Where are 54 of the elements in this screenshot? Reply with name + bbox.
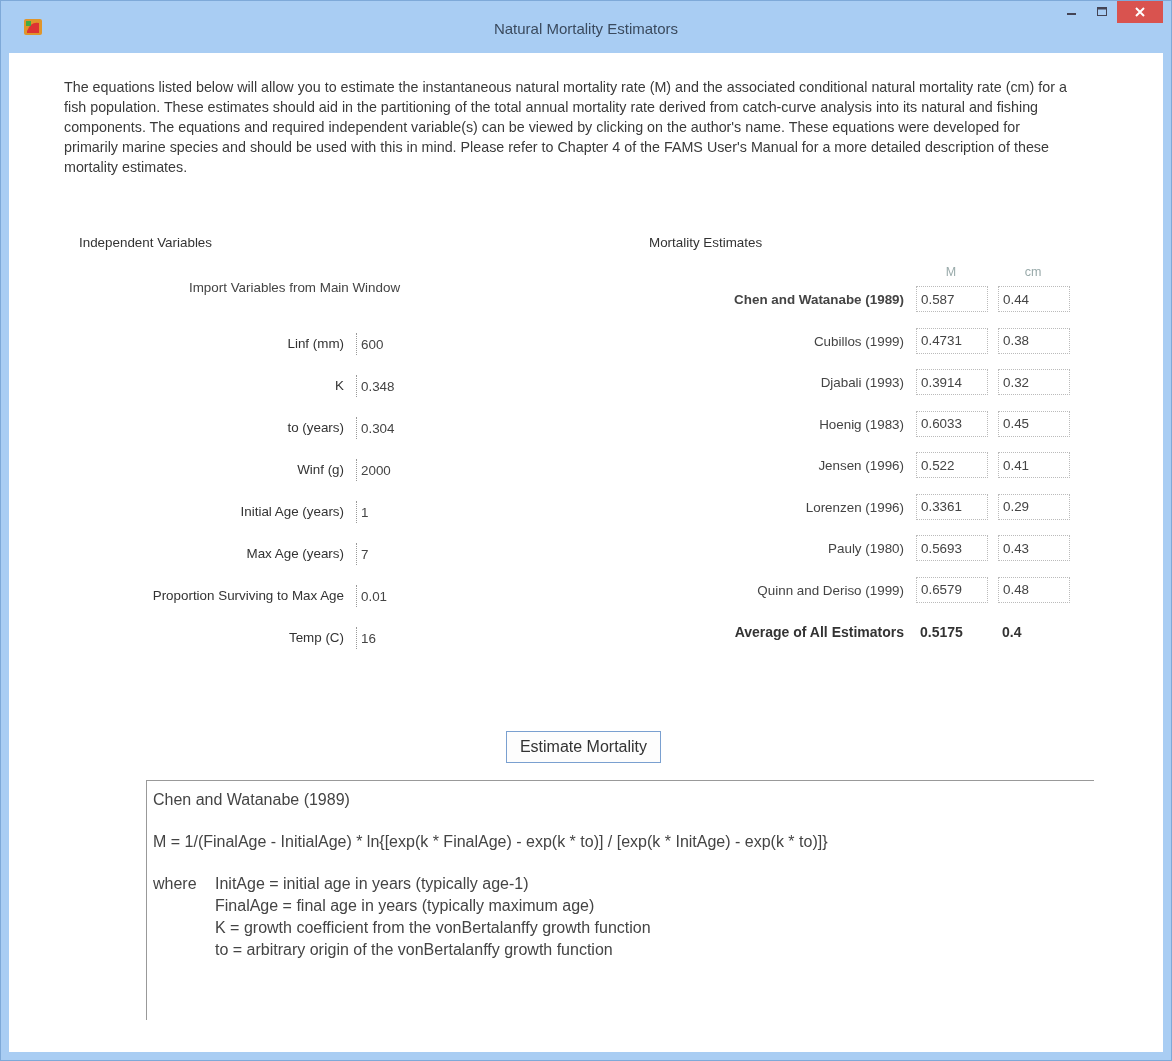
cm-value-field[interactable]: 0.48 (998, 576, 1070, 603)
m-value-field[interactable]: 0.587 (916, 286, 988, 312)
estimator-link[interactable]: Djabali (1993) (820, 369, 904, 411)
estimator-link[interactable]: Jensen (1996) (818, 452, 904, 494)
cm-value-field[interactable]: 0.41 (998, 452, 1070, 478)
estimator-link[interactable]: Hoenig (1983) (819, 410, 904, 452)
variable-label: Temp (C) (287, 629, 344, 647)
equation-title: Chen and Watanabe (1989) (153, 790, 351, 810)
column-header: cm (1023, 264, 1043, 281)
m-value-field[interactable]: 0.3914 (916, 369, 988, 395)
average-m-value: 0.5175 (919, 623, 964, 642)
cm-value-field[interactable]: 0.43 (998, 535, 1070, 561)
cm-value-field[interactable]: 0.44 (998, 286, 1070, 312)
m-value-field[interactable]: 0.522 (916, 452, 988, 478)
variable-label: Winf (g) (296, 461, 344, 479)
estimator-link[interactable]: Quinn and Deriso (1999) (757, 576, 904, 618)
variable-definition: InitAge = initial age in years (typically age-1) (215, 874, 530, 894)
m-value-field[interactable]: 0.4731 (916, 327, 988, 354)
m-value-field[interactable]: 0.3361 (916, 493, 988, 520)
variable-definition: to = arbitrary origin of the vonBertalanffy growth function (215, 940, 614, 960)
app-icon (23, 17, 43, 37)
section-heading: Independent Variables (79, 235, 213, 250)
intro-paragraph: The equations listed below will allow you to estimate the instantaneous natural mortality rate (M) and the associated conditional natural mortality rate (cm) for a fish population. These estimates should aid in the partitioning of the total annual mortality rate derived from catch-curve analysis into its natural and fishing components. The equations and required independent variable(s) can be viewed by clicking on the author's name. These equations were developed for primarily marine species and should be used with this in mind. Please refer to Chapter 4 of the FAMS User's Manual for a more detailed description of these mortality estimates. (64, 78, 1068, 177)
variable-label: K (334, 377, 344, 395)
m-value-field[interactable]: 0.6033 (916, 410, 988, 437)
variable-label: to (years) (286, 419, 344, 437)
column-header: M (944, 264, 958, 281)
estimator-link[interactable]: Lorenzen (1996) (805, 493, 904, 535)
where-label: where (153, 874, 198, 894)
m-value-field[interactable]: 0.6579 (916, 576, 988, 603)
maximize-icon (1096, 7, 1108, 17)
equation-formula: M = 1/(FinalAge - InitialAge) * ln{[exp(k * FinalAge) - exp(k * to)] / [exp(k * InitAge) - exp(k * to)]} (153, 832, 829, 852)
estimator-link[interactable]: Pauly (1980) (828, 535, 904, 577)
close-icon (1135, 7, 1145, 17)
average-label: Average of All Estimators (733, 623, 904, 642)
variable-label: Linf (mm) (286, 335, 344, 353)
variable-label: Proportion Surviving to Max Age (151, 587, 344, 605)
window-title: Natural Mortality Estimators (493, 20, 679, 37)
estimator-link[interactable]: Cubillos (1999) (813, 327, 904, 369)
variable-definition: FinalAge = final age in years (typically maximum age) (215, 896, 596, 916)
cm-value-field[interactable]: 0.38 (998, 327, 1070, 354)
close-button[interactable] (1117, 1, 1163, 23)
cm-value-field[interactable]: 0.32 (998, 369, 1070, 395)
average-cm-value: 0.4 (1001, 623, 1023, 642)
cm-value-field[interactable]: 0.45 (998, 410, 1070, 437)
estimator-link[interactable]: Chen and Watanabe (1989) (734, 286, 904, 328)
variable-label: Initial Age (years) (239, 503, 344, 521)
import-variables-button[interactable]: Import Variables from Main Window (189, 280, 401, 295)
variable-label: Max Age (years) (245, 545, 344, 563)
section-heading: Mortality Estimates (649, 235, 763, 250)
variable-definition: K = growth coefficient from the vonBertalanffy growth function (215, 918, 651, 938)
cm-value-field[interactable]: 0.29 (998, 493, 1070, 520)
m-value-field[interactable]: 0.5693 (916, 535, 988, 561)
estimate-mortality-button[interactable]: Estimate Mortality (505, 731, 662, 763)
